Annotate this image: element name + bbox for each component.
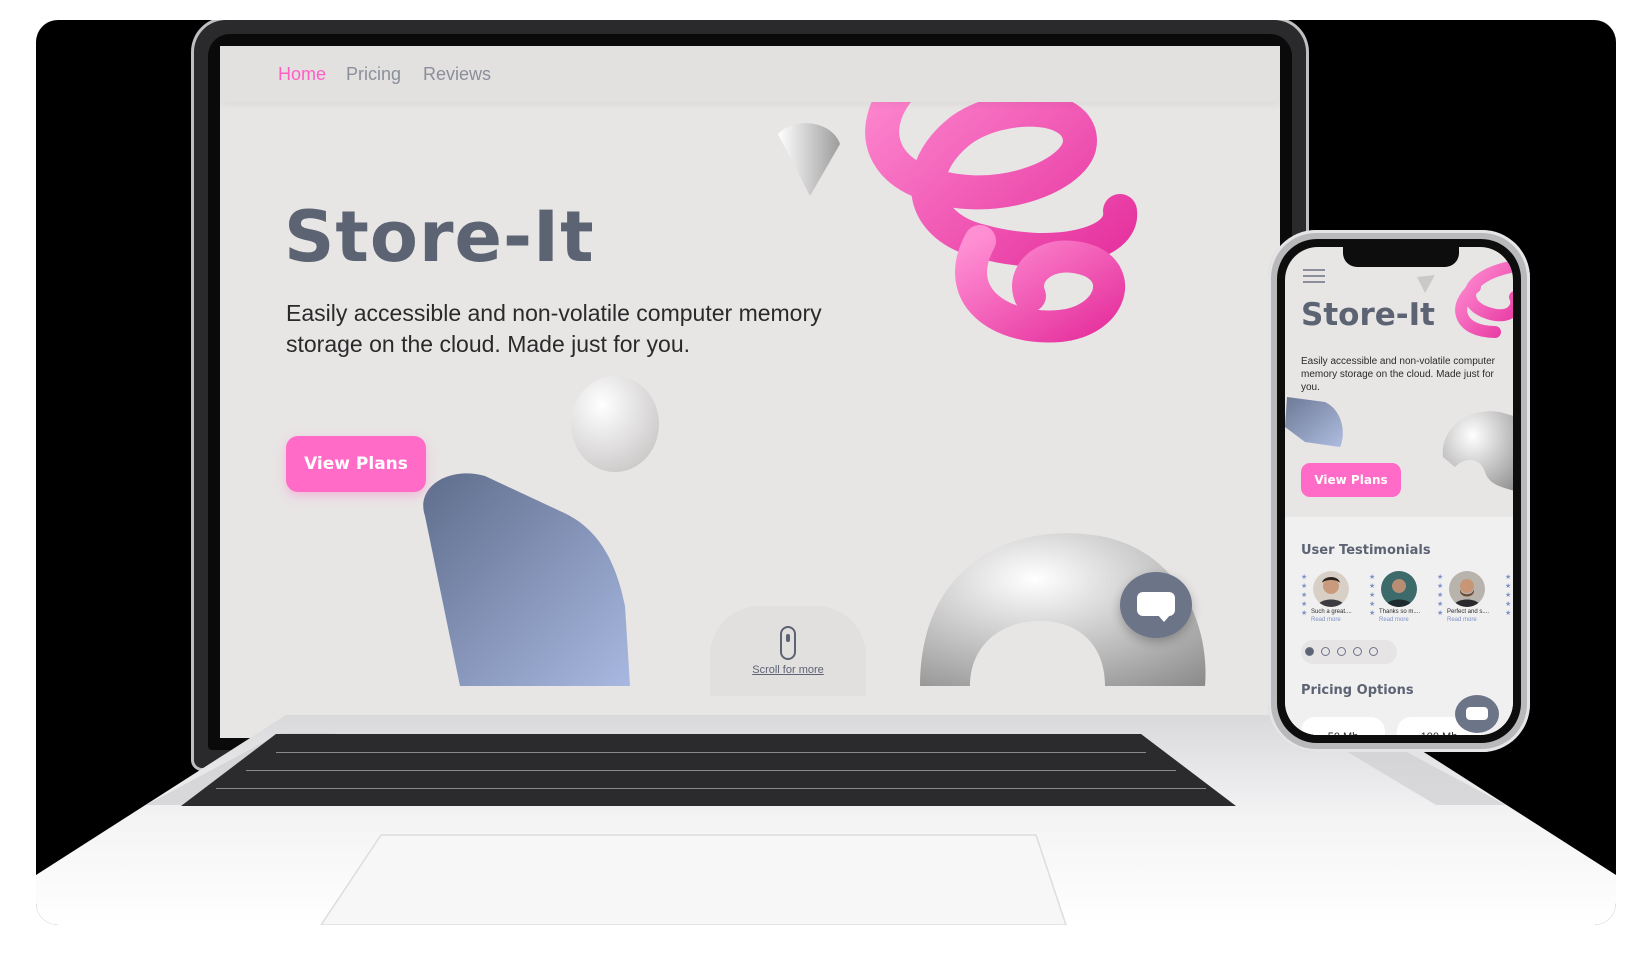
top-navigation: Home Pricing Reviews xyxy=(220,46,1280,102)
mobile-blue-shape xyxy=(1285,397,1343,447)
avatar xyxy=(1449,571,1485,607)
hamburger-menu-icon[interactable] xyxy=(1303,269,1325,285)
laptop-lid: Home Pricing Reviews Store-It Easily acc… xyxy=(194,20,1306,768)
phone-screen: Store-It Easily accessible and non-volat… xyxy=(1285,247,1513,735)
blue-diamond-shape xyxy=(423,473,630,686)
star-rating-icon: ★ ★ ★ ★ ★ xyxy=(1369,574,1376,617)
hero-subtitle: Easily accessible and non-volatile compu… xyxy=(286,300,822,357)
mobile-hero-subtitle: Easily accessible and non-volatile compu… xyxy=(1301,356,1495,393)
testimonial-pager xyxy=(1301,640,1397,664)
pager-dot-4[interactable] xyxy=(1353,647,1362,656)
testimonial-card: ★ ★ ★ ★ ★ Thanks so m.... Read more xyxy=(1369,571,1431,631)
white-sphere-shape xyxy=(571,376,659,472)
keyboard-row-divider xyxy=(246,770,1176,771)
pager-dot-1[interactable] xyxy=(1305,647,1314,656)
hero-title: Store-It xyxy=(284,196,595,278)
star-rating-icon: ★ ★ ★ ★ ★ xyxy=(1437,574,1444,617)
chat-button[interactable] xyxy=(1120,572,1192,638)
phone-notch xyxy=(1343,247,1459,267)
nav-home-link[interactable]: Home xyxy=(278,64,326,85)
testimonial-snippet: Perfect and s.... xyxy=(1447,609,1490,615)
avatar xyxy=(1313,571,1349,607)
testimonials-heading: User Testimonials xyxy=(1301,543,1431,558)
mobile-cone-shape xyxy=(1417,275,1435,293)
keyboard-row-divider xyxy=(276,752,1146,753)
testimonial-card: ★ ★ ★ ★ ★ Perfect and s.... Read more ★ ★ ★ ★ ★ xyxy=(1437,571,1511,631)
mobile-hero-title: Store-It xyxy=(1301,297,1435,333)
mobile-view-plans-button[interactable]: View Plans xyxy=(1301,463,1401,497)
laptop-bezel: Home Pricing Reviews Store-It Easily acc… xyxy=(208,34,1292,750)
keyboard-row-divider xyxy=(216,788,1206,789)
testimonial-snippet: Thanks so m.... xyxy=(1379,609,1421,615)
pager-dot-5[interactable] xyxy=(1369,647,1378,656)
pager-dot-2[interactable] xyxy=(1321,647,1330,656)
read-more-link[interactable]: Read more xyxy=(1311,617,1341,623)
scroll-for-more-hint[interactable]: Scroll for more xyxy=(710,606,866,696)
star-rating-icon: ★ ★ ★ ★ ★ xyxy=(1301,574,1308,617)
avatar xyxy=(1381,571,1417,607)
white-cone-shape xyxy=(778,123,840,196)
read-more-link[interactable]: Read more xyxy=(1447,617,1477,623)
mobile-torus-shape xyxy=(1442,411,1513,491)
chat-bubble-icon xyxy=(1137,592,1175,622)
chat-bubble-icon xyxy=(1466,707,1488,720)
phone-device: Store-It Easily accessible and non-volat… xyxy=(1268,230,1530,752)
star-rating-icon: ★ ★ ★ ★ ★ xyxy=(1505,574,1512,617)
scroll-for-more-link[interactable]: Scroll for more xyxy=(710,664,866,676)
nav-pricing-link[interactable]: Pricing xyxy=(346,64,401,85)
pager-dot-3[interactable] xyxy=(1337,647,1346,656)
view-plans-button[interactable]: View Plans xyxy=(286,436,426,492)
laptop-screen: Home Pricing Reviews Store-It Easily acc… xyxy=(220,46,1280,738)
read-more-link[interactable]: Read more xyxy=(1379,617,1409,623)
phone-bezel: Store-It Easily accessible and non-volat… xyxy=(1277,239,1521,743)
mouse-icon xyxy=(780,626,796,660)
testimonial-card: ★ ★ ★ ★ ★ Such a great.... Read more xyxy=(1301,571,1363,631)
nav-reviews-link[interactable]: Reviews xyxy=(423,64,491,85)
device-mockup-stage: Home Pricing Reviews Store-It Easily acc… xyxy=(36,20,1616,925)
mobile-pink-spiral-shape xyxy=(1455,261,1513,338)
testimonial-snippet: Such a great.... xyxy=(1311,609,1352,615)
pricing-option-50mb[interactable]: 50 Mb xyxy=(1301,717,1385,735)
pricing-options-heading: Pricing Options xyxy=(1301,683,1414,698)
mobile-chat-button[interactable] xyxy=(1455,695,1499,733)
